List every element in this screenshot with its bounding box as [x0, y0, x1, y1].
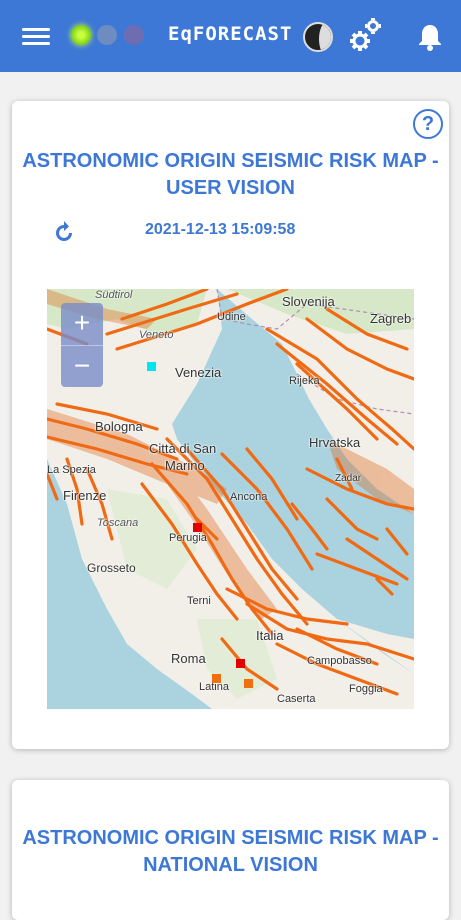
map-label: Italia: [256, 628, 284, 643]
card-title: ASTRONOMIC ORIGIN SEISMIC RISK MAP - NAT…: [22, 827, 439, 876]
status-light-purple: [124, 25, 144, 45]
gears-icon[interactable]: [347, 15, 383, 55]
map-label: Firenze: [63, 488, 107, 503]
user-vision-card: ? ASTRONOMIC ORIGIN SEISMIC RISK MAP - U…: [12, 101, 449, 749]
status-light-green: [71, 25, 91, 45]
map-label: La Spezia: [47, 464, 96, 476]
map-label: Roma: [171, 651, 206, 666]
map-label: Slovenija: [282, 294, 335, 309]
zoom-controls: + −: [61, 303, 103, 387]
refresh-icon[interactable]: [52, 221, 76, 245]
map-label: Perugia: [169, 532, 207, 544]
map-label: Venezia: [175, 365, 222, 380]
seismic-map[interactable]: Südtirol Slovenija Zagreb Veneto Udine V…: [47, 289, 414, 709]
red-event-marker[interactable]: [236, 659, 245, 668]
map-label: Caserta: [277, 693, 316, 705]
map-label: Bologna: [95, 419, 143, 434]
red-event-marker[interactable]: [193, 523, 202, 532]
orange-event-marker[interactable]: [212, 674, 221, 683]
app-title: EqFORECAST: [168, 23, 293, 45]
map-label: Zagreb: [370, 311, 412, 326]
app-bar: EqFORECAST: [0, 0, 461, 72]
menu-icon[interactable]: [22, 24, 50, 48]
map-label: Campobasso: [307, 655, 372, 667]
help-icon[interactable]: ?: [413, 109, 443, 139]
national-vision-card: ASTRONOMIC ORIGIN SEISMIC RISK MAP - NAT…: [12, 780, 449, 920]
map-label: Zadar: [335, 473, 362, 484]
moon-phase-icon: [303, 22, 333, 52]
zoom-in-button[interactable]: +: [61, 303, 103, 345]
map-label: Südtirol: [95, 289, 133, 301]
map-label: Ancona: [230, 491, 268, 503]
orange-event-marker[interactable]: [244, 679, 253, 688]
map-label: Marino: [165, 458, 205, 473]
map-label: Udine: [217, 311, 246, 323]
map-label: Rijeka: [289, 375, 320, 387]
map-label: Veneto: [139, 329, 174, 341]
timestamp: 2021-12-13 15:09:58: [145, 221, 296, 238]
bell-icon[interactable]: [416, 22, 444, 52]
map-label: Toscana: [97, 517, 139, 529]
map-label: Grosseto: [87, 561, 136, 575]
map-label: Hrvatska: [309, 435, 361, 450]
status-light-grey: [97, 25, 117, 45]
map-label: Foggia: [349, 683, 383, 695]
map-label: Terni: [187, 595, 211, 607]
map-label: Città di San: [149, 441, 217, 456]
card-title: ASTRONOMIC ORIGIN SEISMIC RISK MAP - USE…: [22, 150, 439, 199]
zoom-out-button[interactable]: −: [61, 345, 103, 387]
cyan-event-marker[interactable]: [147, 362, 156, 371]
